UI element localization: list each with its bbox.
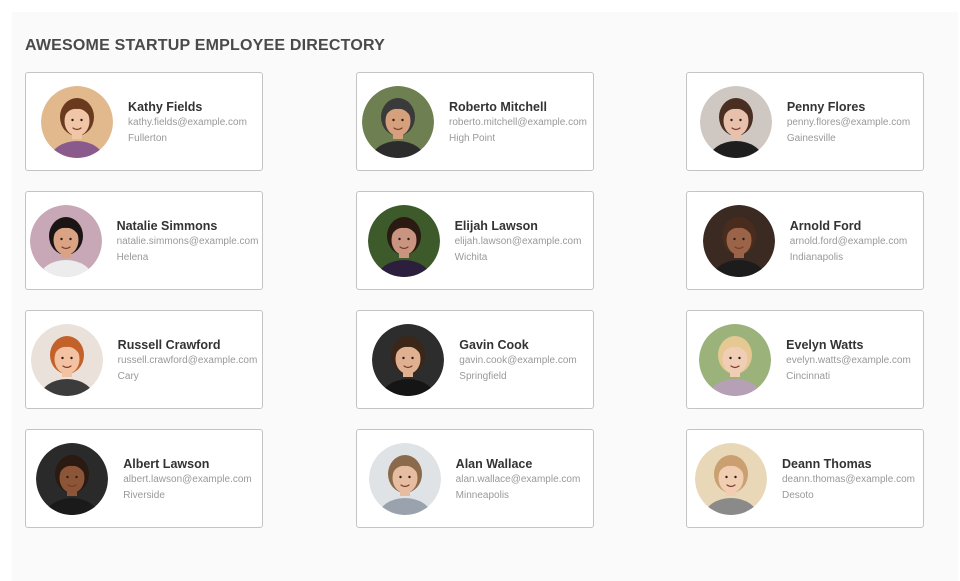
employee-name: Deann Thomas [782, 456, 872, 471]
portrait-image [29, 204, 102, 277]
employee-name: Evelyn Watts [786, 337, 864, 352]
employee-card[interactable]: Roberto Mitchell roberto.mitchell@exampl… [355, 72, 594, 171]
employee-city: Desoto [782, 489, 814, 501]
employee-name: Roberto Mitchell [449, 99, 547, 114]
employee-email: deann.thomas@example.com [782, 473, 915, 485]
avatar [702, 204, 775, 277]
avatar [29, 204, 102, 277]
employee-name: Arnold Ford [789, 218, 862, 233]
portrait-image [367, 204, 440, 277]
avatar [367, 204, 440, 277]
employee-name: Kathy Fields [128, 99, 203, 114]
page-title: AWESOME STARTUP EMPLOYEE DIRECTORY [25, 37, 386, 54]
employee-city: Minneapolis [455, 489, 510, 501]
portrait-image [702, 204, 775, 277]
portrait-image [368, 442, 441, 515]
employee-card[interactable]: Gavin Cook gavin.cook@example.com Spring… [355, 310, 594, 409]
employee-name: Elijah Lawson [454, 218, 538, 233]
portrait-image [695, 442, 767, 515]
employee-city: Springfield [459, 370, 507, 382]
employee-email: penny.flores@example.com [786, 116, 911, 128]
employee-email: elijah.lawson@example.com [454, 235, 582, 247]
employee-city: Wichita [454, 251, 488, 263]
employee-card[interactable]: Evelyn Watts evelyn.watts@example.com Ci… [686, 310, 924, 409]
employee-city: Gainesville [786, 132, 836, 144]
employee-info: Penny Flores penny.flores@example.com Ga… [787, 100, 910, 144]
portrait-image [41, 85, 114, 158]
employee-card[interactable]: Russell Crawford russell.crawford@exampl… [25, 310, 263, 409]
portrait-image [372, 323, 445, 396]
employee-name: Alan Wallace [455, 456, 533, 471]
employee-info: Albert Lawson albert.lawson@example.com … [123, 457, 252, 501]
employee-city: Cary [117, 370, 139, 382]
employee-email: roberto.mitchell@example.com [449, 116, 587, 128]
employee-name: Natalie Simmons [116, 218, 218, 233]
employee-card[interactable]: Arnold Ford arnold.ford@example.com Indi… [686, 191, 924, 290]
employee-info: Roberto Mitchell roberto.mitchell@exampl… [449, 100, 587, 144]
avatar [41, 85, 114, 158]
employee-name: Penny Flores [786, 99, 866, 114]
employee-info: Kathy Fields kathy.fields@example.com Fu… [128, 100, 247, 144]
employee-email: gavin.cook@example.com [459, 354, 577, 366]
avatar [695, 442, 767, 515]
avatar [699, 85, 772, 158]
employee-info: Gavin Cook gavin.cook@example.com Spring… [459, 338, 576, 382]
employee-email: arnold.ford@example.com [789, 235, 908, 247]
employee-name: Albert Lawson [123, 456, 210, 471]
employee-card[interactable]: Kathy Fields kathy.fields@example.com Fu… [25, 72, 263, 171]
employee-city: Indianapolis [789, 251, 844, 263]
employee-info: Deann Thomas deann.thomas@example.com De… [782, 457, 915, 501]
employee-email: kathy.fields@example.com [128, 116, 247, 128]
avatar [699, 323, 772, 396]
employee-email: alan.wallace@example.com [455, 473, 581, 485]
employee-city: Fullerton [128, 132, 167, 144]
portrait-image [30, 323, 103, 396]
employee-info: Russell Crawford russell.crawford@exampl… [118, 338, 258, 382]
avatar [36, 442, 109, 515]
employee-city: Cincinnati [786, 370, 831, 382]
employee-email: albert.lawson@example.com [123, 473, 252, 485]
avatar [362, 85, 434, 158]
employee-info: Natalie Simmons natalie.simmons@example.… [117, 219, 259, 263]
portrait-image [36, 442, 109, 515]
employee-card[interactable]: Albert Lawson albert.lawson@example.com … [25, 429, 263, 528]
employee-city: High Point [449, 132, 496, 144]
employee-card[interactable]: Natalie Simmons natalie.simmons@example.… [25, 191, 263, 290]
employee-email: evelyn.watts@example.com [786, 354, 911, 366]
directory-page: AWESOME STARTUP EMPLOYEE DIRECTORY Kathy… [12, 12, 958, 581]
employee-info: Alan Wallace alan.wallace@example.com Mi… [456, 457, 581, 501]
avatar [30, 323, 103, 396]
employee-card[interactable]: Penny Flores penny.flores@example.com Ga… [686, 72, 924, 171]
portrait-image [362, 85, 434, 158]
employee-card[interactable]: Deann Thomas deann.thomas@example.com De… [686, 429, 924, 528]
employee-name: Russell Crawford [117, 337, 221, 352]
employee-card[interactable]: Alan Wallace alan.wallace@example.com Mi… [355, 429, 594, 528]
avatar [368, 442, 441, 515]
portrait-image [699, 323, 772, 396]
employee-info: Evelyn Watts evelyn.watts@example.com Ci… [786, 338, 911, 382]
employee-email: russell.crawford@example.com [117, 354, 258, 366]
employee-info: Elijah Lawson elijah.lawson@example.com … [455, 219, 582, 263]
employee-card[interactable]: Elijah Lawson elijah.lawson@example.com … [355, 191, 594, 290]
employee-info: Arnold Ford arnold.ford@example.com Indi… [790, 219, 907, 263]
employee-email: natalie.simmons@example.com [116, 235, 259, 247]
employee-city: Riverside [123, 489, 165, 501]
employee-name: Gavin Cook [459, 337, 529, 352]
portrait-image [699, 85, 772, 158]
employee-city: Helena [116, 251, 149, 263]
employee-grid: Kathy Fields kathy.fields@example.com Fu… [25, 72, 924, 528]
avatar [372, 323, 445, 396]
